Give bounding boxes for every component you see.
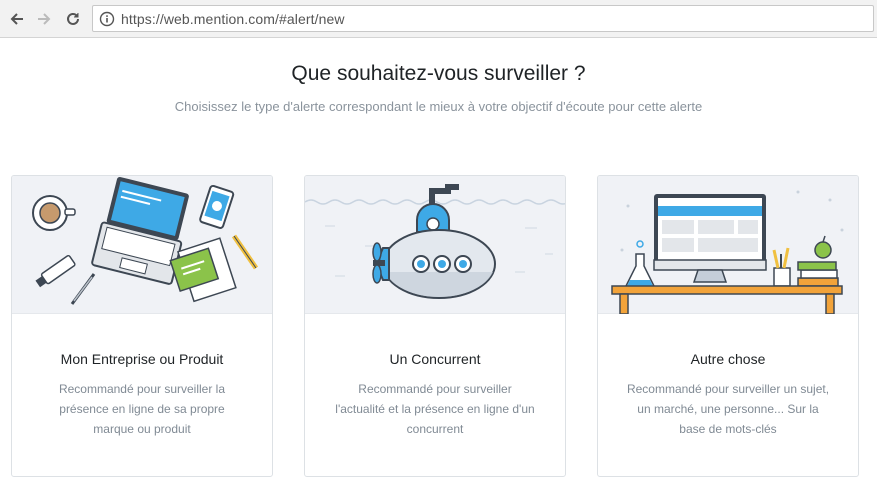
card-company-product[interactable]: Mon Entreprise ou Produit Recommandé pou… [11, 175, 273, 477]
url-text: https://web.mention.com/#alert/new [121, 11, 345, 27]
computer-desk-illustration [598, 176, 858, 314]
card-description: Recommandé pour surveiller un sujet, un … [626, 382, 830, 436]
card-something-else[interactable]: Autre chose Recommandé pour surveiller u… [597, 175, 859, 477]
submarine-illustration [305, 176, 565, 314]
reload-icon[interactable] [63, 9, 83, 29]
address-bar[interactable]: https://web.mention.com/#alert/new [92, 5, 874, 32]
card-competitor[interactable]: Un Concurrent Recommandé pour surveiller… [304, 175, 566, 477]
page-subtitle: Choisissez le type d'alerte correspondan… [174, 99, 703, 114]
desk-laptop-illustration [12, 176, 272, 314]
card-description: Recommandé pour surveiller l'actualité e… [335, 382, 535, 436]
card-description: Recommandé pour surveiller la présence e… [58, 382, 226, 436]
card-title: Autre chose [690, 351, 766, 367]
card-title: Mon Entreprise ou Produit [60, 351, 224, 367]
forward-arrow-icon[interactable] [34, 9, 54, 29]
info-icon[interactable] [99, 11, 115, 27]
card-title: Un Concurrent [389, 351, 481, 367]
back-arrow-icon[interactable] [7, 9, 27, 29]
browser-toolbar: https://web.mention.com/#alert/new [0, 0, 877, 38]
page-title: Que souhaitez-vous surveiller ? [291, 62, 586, 85]
